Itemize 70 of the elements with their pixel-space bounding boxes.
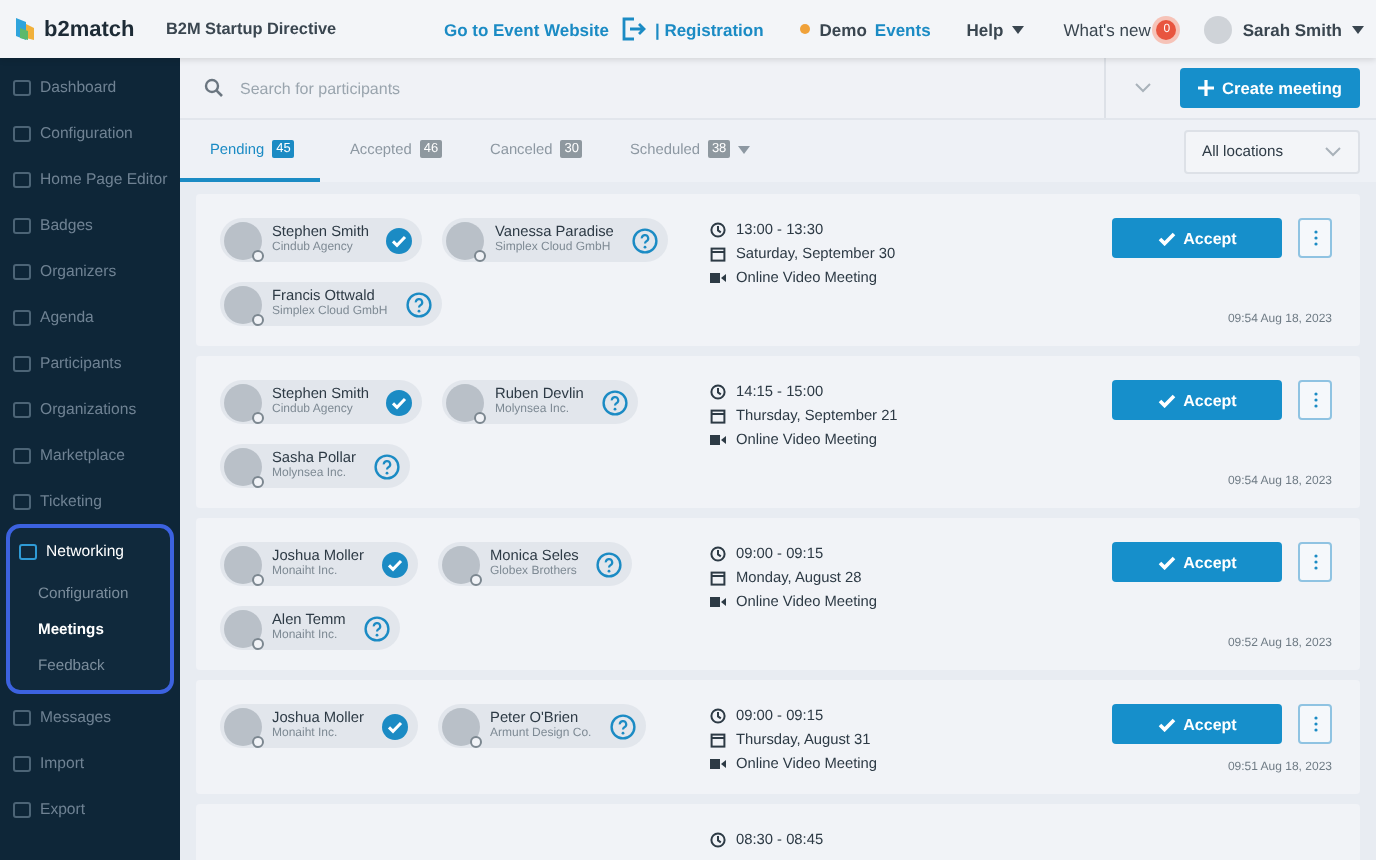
accept-button[interactable]: Accept: [1112, 704, 1282, 744]
square-icon: [12, 491, 32, 511]
video-camera-icon: [710, 271, 726, 283]
video-icon: [18, 541, 38, 561]
avatar-placeholder: [224, 285, 262, 323]
accept-button[interactable]: Accept: [1112, 380, 1282, 420]
clock-icon: [710, 545, 726, 561]
accept-button[interactable]: Accept: [1112, 218, 1282, 258]
square-icon: [12, 799, 32, 819]
exit-icon: [620, 16, 647, 42]
logo-text: b2match: [44, 17, 135, 41]
square-icon: [12, 707, 32, 727]
logo-icon: [14, 16, 36, 42]
create-meeting-button[interactable]: Create meeting: [1180, 68, 1360, 108]
avatar-placeholder: [224, 707, 262, 745]
avatar-placeholder: [442, 707, 481, 745]
square-icon: [12, 261, 32, 281]
square-icon: [12, 399, 32, 419]
square-icon: [12, 215, 32, 235]
more-options-button[interactable]: [1298, 218, 1332, 258]
video-camera-icon: [710, 433, 726, 445]
caret-icon: [1352, 25, 1364, 33]
nav-link[interactable]: Events: [874, 19, 931, 39]
square-icon: [12, 169, 32, 189]
calendar-icon: [710, 245, 726, 261]
square-icon: [12, 445, 32, 465]
nav-link[interactable]: Go to Event Website: [443, 19, 609, 39]
search-field[interactable]: Search for participants: [240, 79, 1093, 97]
avatar-placeholder: [224, 383, 262, 421]
more-options-button[interactable]: [1298, 380, 1332, 420]
check-icon: [1157, 717, 1176, 731]
avatar-placeholder: [224, 609, 262, 647]
check-icon: [1157, 555, 1176, 569]
avatar-placeholder: [446, 383, 485, 421]
calendar-icon: [710, 569, 726, 585]
caret-icon: [1011, 25, 1024, 33]
nav-link[interactable]: | Registration: [654, 19, 764, 39]
square-icon: [12, 753, 32, 773]
help-menu[interactable]: Help: [966, 19, 1024, 39]
square-icon: [12, 77, 32, 97]
accept-button[interactable]: Accept: [1112, 542, 1282, 582]
square-icon: [12, 307, 32, 327]
whats-new-link[interactable]: What's new: [1063, 19, 1151, 39]
clock-icon: [710, 707, 726, 723]
chevron-down-icon: [1324, 145, 1342, 157]
chevron-down-icon[interactable]: [1134, 82, 1153, 94]
avatar-placeholder: [442, 545, 481, 583]
more-options-button[interactable]: [1298, 704, 1332, 744]
search-icon: [204, 78, 224, 98]
avatar-icon: [1204, 15, 1233, 43]
square-icon: [12, 353, 32, 373]
clock-icon: [710, 831, 726, 847]
event-name: B2M Startup Directive: [166, 20, 337, 38]
more-options-button[interactable]: [1298, 542, 1332, 582]
avatar-placeholder: [224, 545, 262, 583]
check-icon: [1157, 393, 1176, 407]
calendar-icon: [710, 731, 726, 747]
avatar-placeholder: [446, 221, 485, 259]
avatar-placeholder: [224, 221, 262, 259]
check-icon: [1157, 231, 1176, 245]
avatar-placeholder: [224, 447, 262, 485]
calendar-icon: [710, 407, 726, 423]
clock-icon: [710, 383, 726, 399]
plus-icon: [1198, 80, 1215, 96]
square-icon: [12, 123, 32, 143]
video-camera-icon: [710, 595, 726, 607]
clock-icon: [710, 221, 726, 237]
user-menu[interactable]: Sarah Smith: [1204, 15, 1364, 43]
video-camera-icon: [710, 757, 726, 769]
demo-label: Demo: [819, 19, 867, 39]
